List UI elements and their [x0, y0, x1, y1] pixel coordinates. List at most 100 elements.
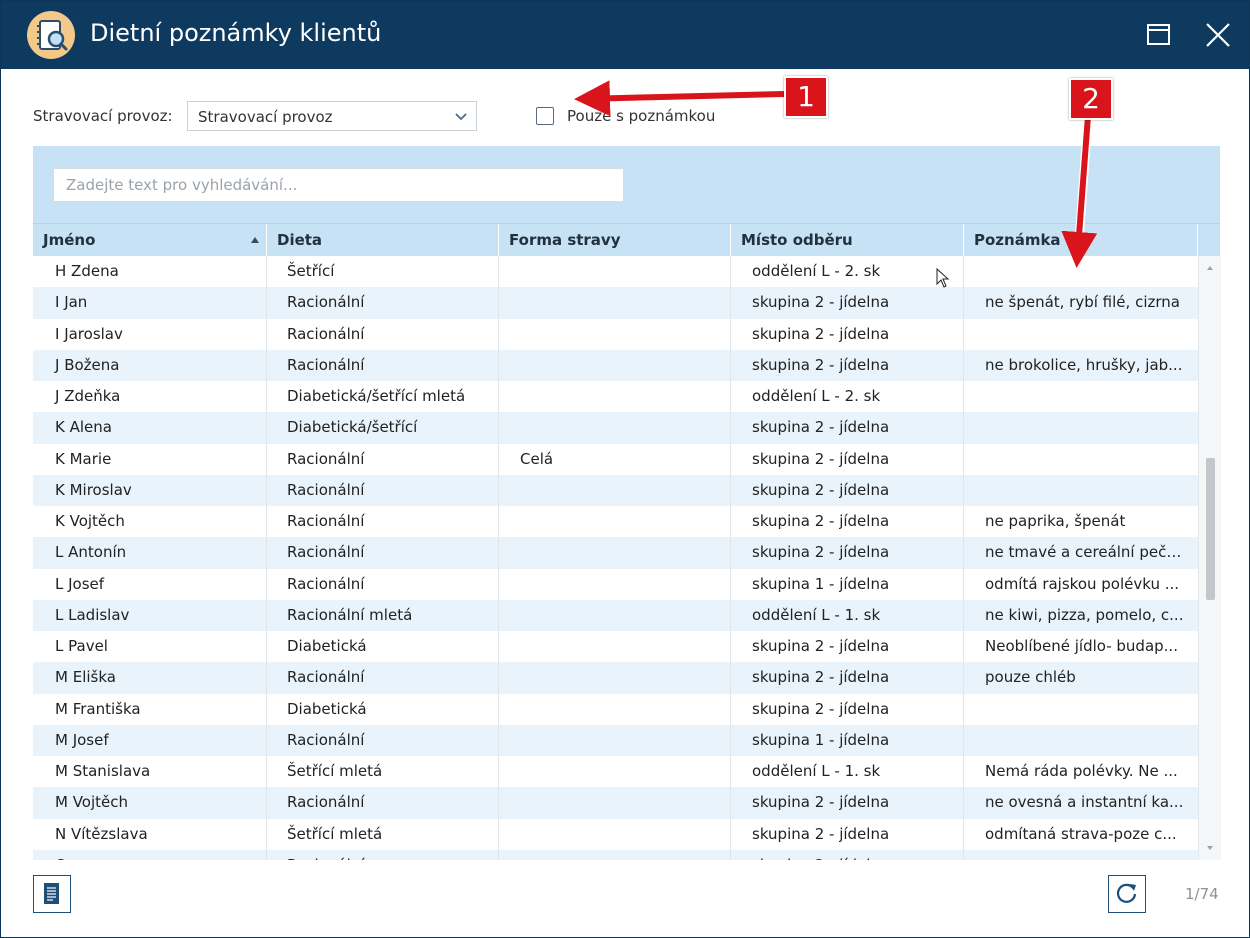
- annotation-badge-2: 2: [1069, 78, 1113, 120]
- table-row[interactable]: M Františka Diabetická skupina 2 - jídelna: [33, 693, 1198, 725]
- cell-poznamka: [964, 850, 1198, 860]
- table-row[interactable]: L Ladislav Racionální mletá oddělení L - 1…: [33, 599, 1198, 631]
- provoz-label: Stravovací provoz:: [33, 107, 173, 125]
- cell-poznamka: ne tmavé a cereální peči...: [985, 543, 1185, 562]
- cell-forma-stravy: [499, 287, 731, 319]
- notebook-search-icon: [27, 11, 75, 59]
- refresh-button[interactable]: [1108, 875, 1146, 913]
- cell-jmeno: K Vojtěch: [33, 506, 267, 538]
- cell-dieta: Diabetická/šetřící mletá: [267, 381, 499, 413]
- table-row[interactable]: M Stanislava Šetřící mletá oddělení L - 1.…: [33, 756, 1198, 788]
- cell-poznamka: odmítá rajskou polévku ...: [985, 574, 1180, 593]
- cell-dieta: Diabetická: [267, 631, 499, 663]
- cell-forma-stravy: [499, 568, 731, 600]
- cell-dieta: Šetřící: [267, 256, 499, 288]
- cell-misto-odberu: skupina 2 - jídelna: [731, 818, 964, 850]
- table-row[interactable]: M Eliška Racionální skupina 2 - jídelna pou…: [33, 662, 1198, 694]
- cell-forma-stravy: [499, 662, 731, 694]
- cell-dieta: Racionální: [267, 506, 499, 538]
- cell-forma-stravy: [499, 256, 731, 288]
- cell-forma-stravy: [499, 349, 731, 381]
- cell-misto-odberu: skupina 2 - jídelna: [731, 506, 964, 538]
- table-row[interactable]: I Jaroslav Racionální skupina 2 - jídelna: [33, 318, 1198, 350]
- cell-misto-odberu: oddělení L - 1. sk: [731, 599, 964, 631]
- cell-poznamka: Neoblíbené jídlo- budap...: [985, 637, 1178, 655]
- table-row[interactable]: M Vojtěch Racionální skupina 2 - jídelna ne…: [33, 787, 1198, 819]
- cell-misto-odberu: skupina 2 - jídelna: [731, 318, 964, 350]
- cell-forma-stravy: [499, 537, 731, 569]
- cell-dieta: Diabetická: [267, 693, 499, 725]
- cell-misto-odberu: skupina 2 - jídelna: [731, 631, 964, 663]
- table-row[interactable]: K Miroslav Racionální skupina 2 - jídelna: [33, 474, 1198, 506]
- cell-dieta: Racionální: [267, 443, 499, 475]
- cell-jmeno: J Zdeňka: [33, 381, 267, 413]
- table-row[interactable]: N Vítězslava Šetřící mletá skupina 2 - jíd…: [33, 818, 1198, 850]
- cell-jmeno: I Jaroslav: [33, 318, 267, 350]
- cell-forma-stravy: [499, 818, 731, 850]
- cell-dieta: Racionální: [267, 287, 499, 319]
- search-input[interactable]: [53, 168, 624, 202]
- cell-misto-odberu: skupina 2 - jídelna: [731, 412, 964, 444]
- cell-dieta: Racionální: [267, 787, 499, 819]
- table-row[interactable]: K Marie Racionální Celá skupina 2 - jídelna: [33, 443, 1198, 475]
- cell-forma-stravy: [499, 849, 731, 860]
- cell-misto-odberu: skupina 1 - jídelna: [731, 724, 964, 756]
- column-header-misto-odberu[interactable]: Místo odběru: [731, 224, 964, 256]
- table-row[interactable]: K Alena Diabetická/šetřící skupina 2 - jíd…: [33, 412, 1198, 444]
- scroll-up-icon[interactable]: [1205, 264, 1215, 272]
- table-row[interactable]: L Josef Racionální skupina 1 - jídelna odmí…: [33, 568, 1198, 600]
- record-counter: 1/74: [1185, 885, 1219, 903]
- mouse-cursor-icon: [936, 268, 950, 288]
- table-row[interactable]: K Vojtěch Racionální skupina 2 - jídelna ne…: [33, 506, 1198, 538]
- cell-jmeno: M Stanislava: [33, 756, 267, 788]
- cell-poznamka: [964, 444, 1198, 475]
- table-row[interactable]: J Božena Racionální skupina 2 - jídelna ne …: [33, 349, 1198, 381]
- cell-poznamka: ne ovesná a instantní ka...: [985, 793, 1184, 812]
- provoz-select[interactable]: Stravovací provoz: [187, 101, 477, 131]
- title-bar: Dietní poznámky klientů: [1, 1, 1249, 69]
- cell-misto-odberu: skupina 1 - jídelna: [731, 568, 964, 600]
- cell-misto-odberu: skupina 2 - jídelna: [731, 474, 964, 506]
- cell-jmeno: L Pavel: [33, 631, 267, 663]
- cell-jmeno: L Josef: [33, 568, 267, 600]
- export-button[interactable]: [33, 875, 71, 913]
- table-row[interactable]: O ...Racionální skupina 2 - jídelna: [33, 849, 1198, 860]
- cell-forma-stravy: [499, 693, 731, 725]
- table-row[interactable]: I Jan Racionální skupina 2 - jídelna ne špe…: [33, 287, 1198, 319]
- sort-ascending-icon: [251, 237, 259, 243]
- cell-misto-odberu: oddělení L - 2. sk: [731, 256, 964, 288]
- column-header-jmeno[interactable]: Jméno: [33, 224, 267, 256]
- cell-misto-odberu: skupina 2 - jídelna: [731, 787, 964, 819]
- cell-jmeno: M Josef: [33, 724, 267, 756]
- column-header-dieta[interactable]: Dieta: [267, 224, 499, 256]
- cell-forma-stravy: [499, 724, 731, 756]
- table-row[interactable]: L Pavel Diabetická skupina 2 - jídelna Neob…: [33, 631, 1198, 663]
- table-row[interactable]: L Antonín Racionální skupina 2 - jídelna ne…: [33, 537, 1198, 569]
- cell-poznamka: [964, 475, 1198, 506]
- scroll-down-icon[interactable]: [1205, 844, 1215, 852]
- cell-misto-odberu: skupina 2 - jídelna: [731, 349, 964, 381]
- cell-misto-odberu: skupina 2 - jídelna: [731, 287, 964, 319]
- column-header-forma-stravy[interactable]: Forma stravy: [499, 224, 731, 256]
- cell-jmeno: O ...: [33, 849, 267, 860]
- window-title: Dietní poznámky klientů: [90, 19, 382, 47]
- refresh-icon: [1116, 883, 1137, 903]
- cell-forma-stravy: [499, 506, 731, 538]
- maximize-icon: [1147, 24, 1170, 45]
- close-button[interactable]: [1199, 17, 1235, 53]
- cell-jmeno: M Františka: [33, 693, 267, 725]
- table-row[interactable]: M Josef Racionální skupina 1 - jídelna: [33, 724, 1198, 756]
- only-with-note-label[interactable]: Pouze s poznámkou: [567, 107, 715, 125]
- only-with-note-checkbox[interactable]: [536, 107, 554, 125]
- table-row[interactable]: J Zdeňka Diabetická/šetřící mletá oddělení…: [33, 381, 1198, 413]
- cell-jmeno: K Alena: [33, 412, 267, 444]
- column-header-poznamka[interactable]: Poznámka: [964, 224, 1198, 256]
- table-row[interactable]: H Zdena Šetřící oddělení L - 2. sk: [33, 256, 1198, 288]
- vertical-scrollbar[interactable]: [1198, 256, 1221, 860]
- annotation-badge-1: 1: [784, 76, 828, 118]
- dialog-window: Dietní poznámky klientů Stravovací provo…: [0, 0, 1250, 938]
- cell-forma-stravy: [499, 412, 731, 444]
- cell-misto-odberu: skupina 2 - jídelna: [731, 849, 964, 860]
- scroll-thumb[interactable]: [1206, 458, 1215, 600]
- maximize-button[interactable]: [1141, 17, 1177, 53]
